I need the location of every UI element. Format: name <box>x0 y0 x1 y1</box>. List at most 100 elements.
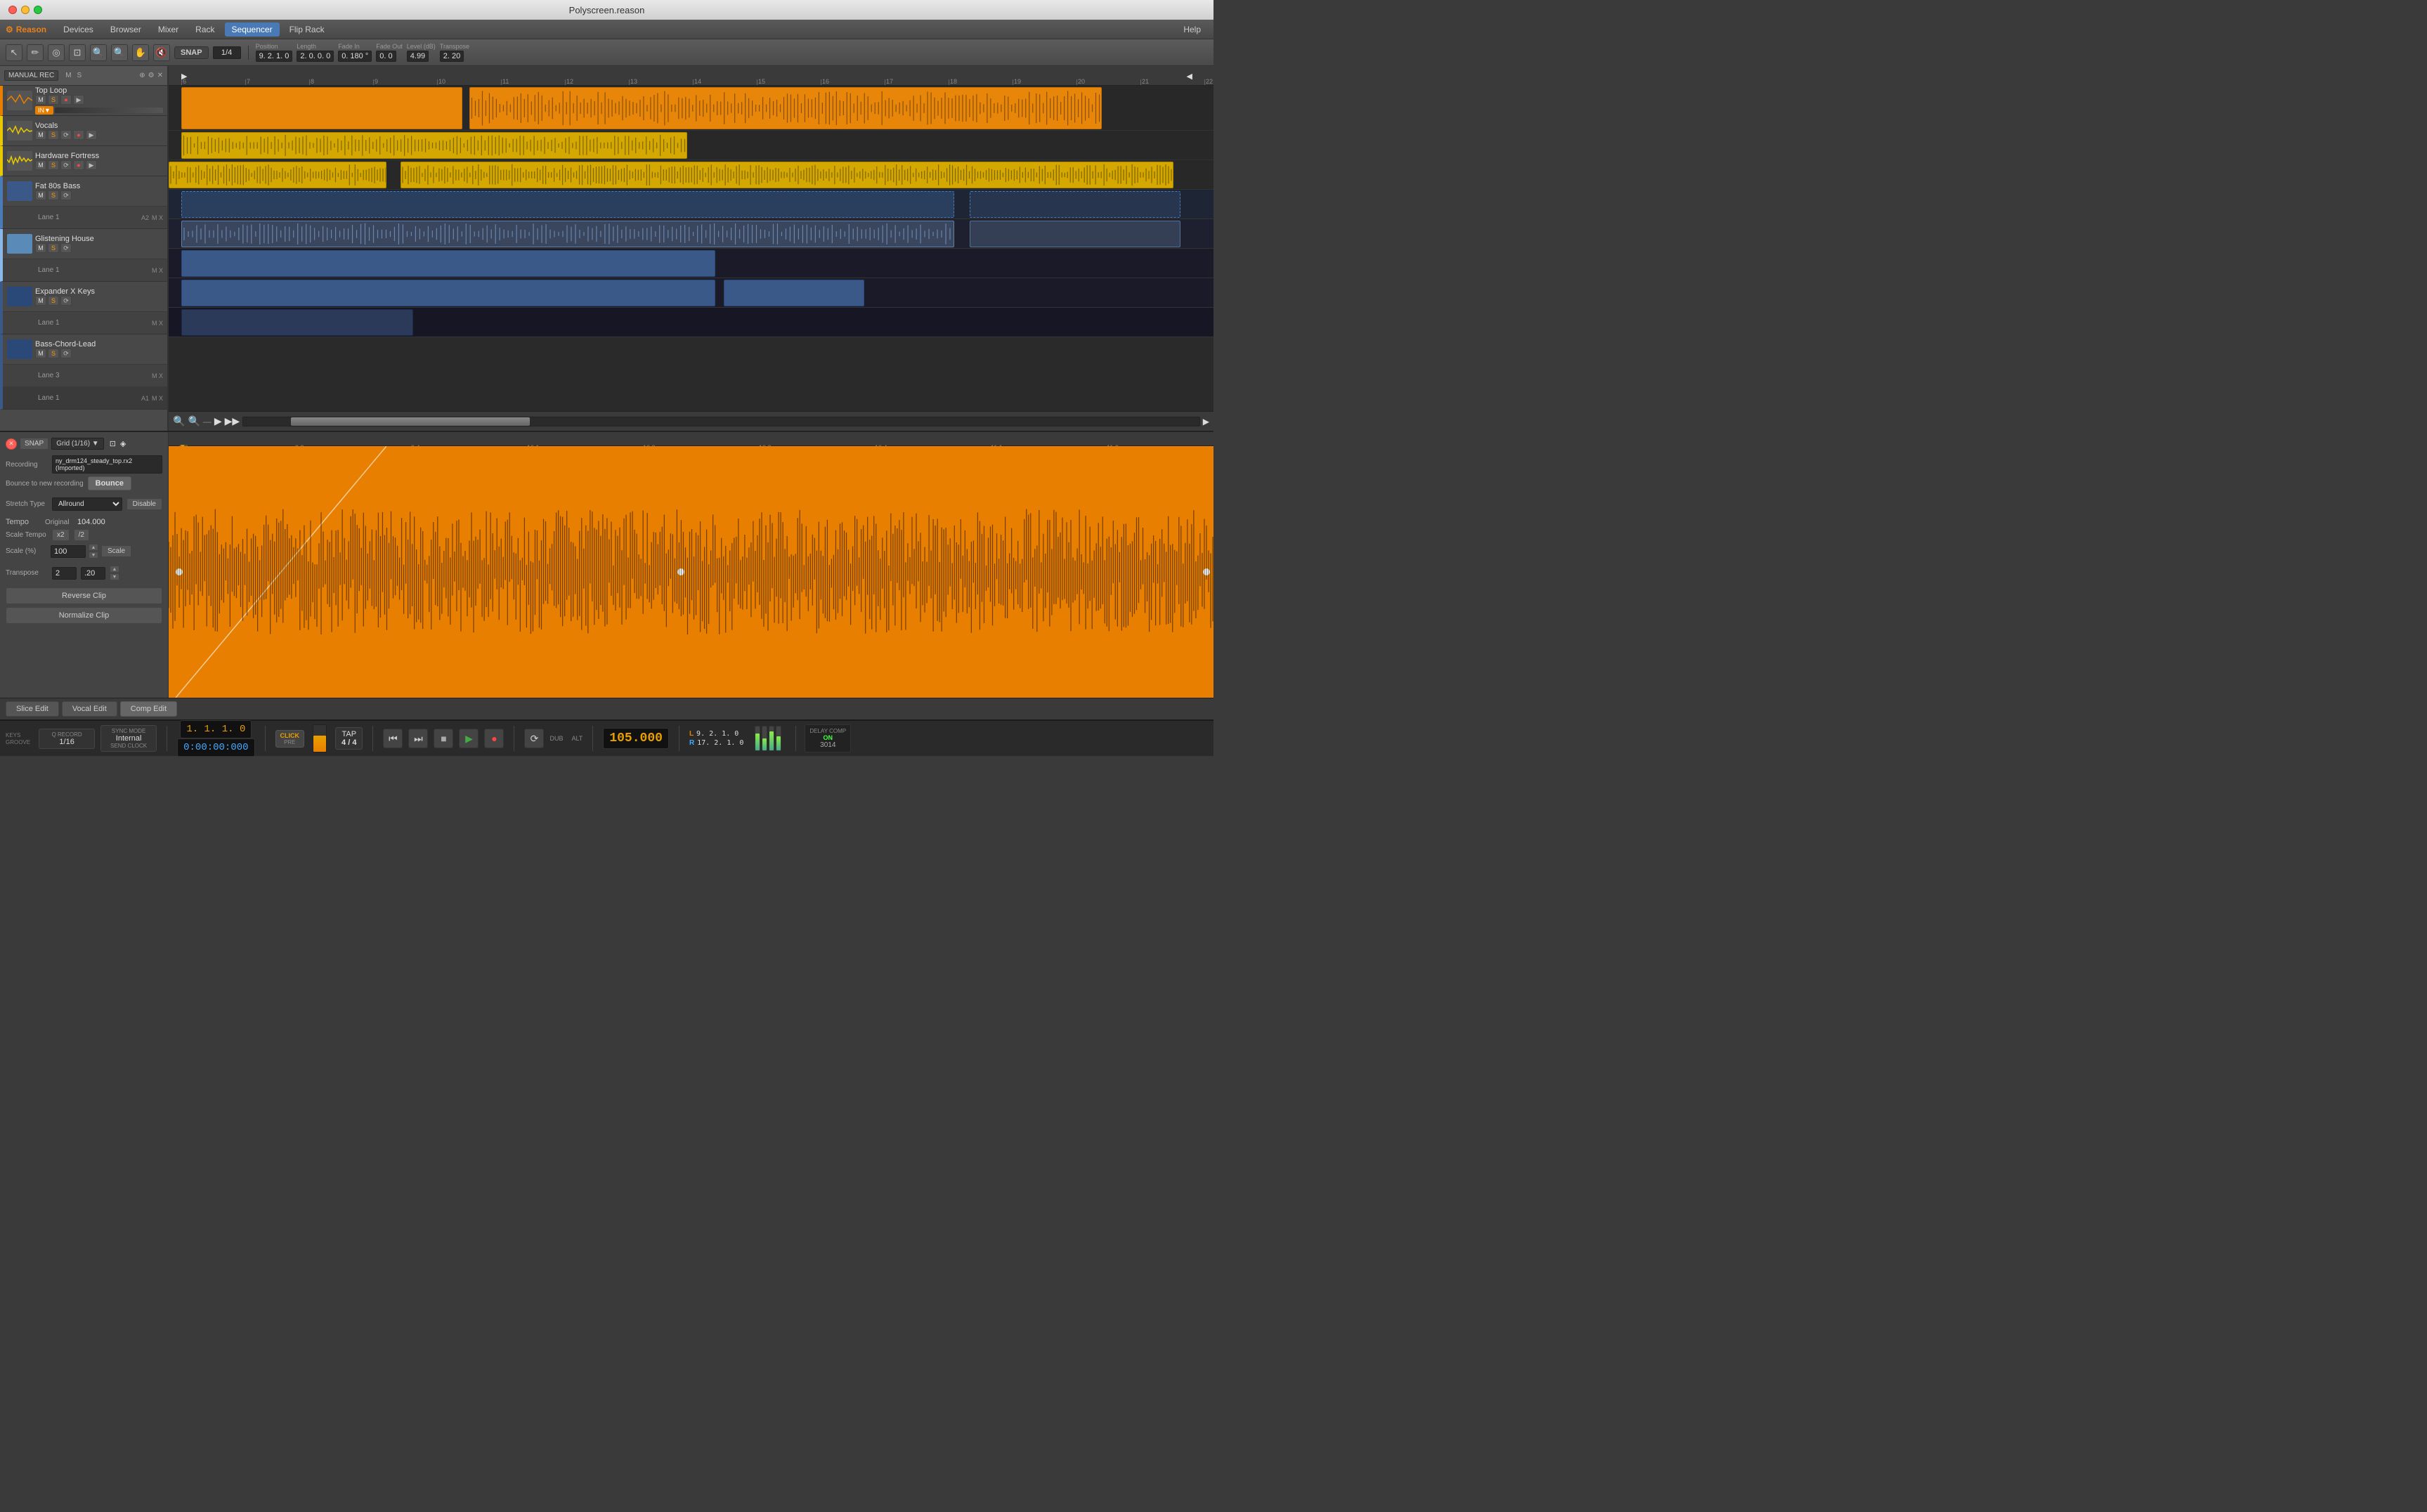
play-btn-zoom[interactable]: ▶ <box>214 415 222 427</box>
stretch-type-select[interactable]: Allround <box>52 497 122 511</box>
menu-help[interactable]: Help <box>1176 22 1208 37</box>
pan-btn-hardware-fortress[interactable]: ⟳ <box>60 160 72 170</box>
clip-bass-chord-lead-lane1[interactable] <box>181 309 413 336</box>
track-row-vocals[interactable]: Vocals M S ⟳ ● ▶ <box>3 116 167 145</box>
clip-hw-2[interactable] <box>401 162 1173 188</box>
comp-edit-tab[interactable]: Comp Edit <box>120 701 177 717</box>
solo-btn-vocals[interactable]: S <box>48 130 59 140</box>
clip-glistening-house-1[interactable] <box>181 221 954 247</box>
editor-snap-btn[interactable]: SNAP <box>20 438 48 450</box>
slice-edit-tab[interactable]: Slice Edit <box>6 701 59 717</box>
editor-waveform-display[interactable] <box>169 446 1214 698</box>
solo-btn-bass-chord-lead[interactable]: S <box>48 348 59 358</box>
clip-bass-chord-lead-lane3[interactable] <box>181 280 715 306</box>
clip-bass-chord-lead-lane3b[interactable] <box>724 280 864 306</box>
editor-close-btn[interactable]: ✕ <box>6 438 17 450</box>
zoom-in-icon[interactable]: 🔍 <box>188 415 200 427</box>
menu-rack[interactable]: Rack <box>188 22 221 37</box>
position-value[interactable]: 9. 2. 1. 0 <box>256 51 293 62</box>
select-tool[interactable]: ⊡ <box>69 44 86 61</box>
mute-btn-expander-x-keys[interactable]: M <box>35 296 46 306</box>
mute-btn-fat-80s-bass[interactable]: M <box>35 190 46 200</box>
record-button[interactable]: ● <box>484 729 504 748</box>
menu-sequencer[interactable]: Sequencer <box>225 22 280 37</box>
snap-button[interactable]: SNAP <box>174 46 209 59</box>
editor-grid-select[interactable]: Grid (1/16) ▼ <box>51 438 103 450</box>
reverse-clip-button[interactable]: Reverse Clip <box>6 587 162 604</box>
settings-icon[interactable]: ⚙ <box>148 72 155 79</box>
play-button[interactable]: ▶ <box>459 729 479 748</box>
rewind-button[interactable]: ⏮ <box>383 729 403 748</box>
disable-button[interactable]: Disable <box>126 498 162 510</box>
solo-btn-fat-80s-bass[interactable]: S <box>48 190 59 200</box>
track-row-bass-chord-lead[interactable]: Bass-Chord-Lead M S ⟳ <box>3 334 167 364</box>
clip-expander-x-keys-1[interactable] <box>181 250 715 277</box>
editor-tool-2[interactable]: ◈ <box>120 439 126 448</box>
clip-top-loop-1[interactable]: /* waveform lines generated by JS */ <box>181 87 462 129</box>
monitor-btn-hardware-fortress[interactable]: ▶ <box>86 160 97 170</box>
loop-button[interactable]: ⟳ <box>524 729 544 748</box>
scale-button[interactable]: Scale <box>101 545 131 557</box>
clip-fat-80s-bass-1[interactable] <box>181 191 954 218</box>
scroll-right-icon[interactable]: ▶ <box>1203 417 1209 426</box>
track-row-expander-x-keys[interactable]: Expander X Keys M S ⟳ <box>3 282 167 311</box>
solo-btn-glistening-house[interactable]: S <box>48 243 59 253</box>
menu-flip-rack[interactable]: Flip Rack <box>282 22 332 37</box>
quantize-value[interactable]: 1/4 <box>213 46 241 59</box>
transpose-value[interactable]: 2. 20 <box>440 51 464 62</box>
pencil-tool[interactable]: ✏ <box>27 44 44 61</box>
pan-btn-expander-x-keys[interactable]: ⟳ <box>60 296 72 306</box>
pan-btn-glistening-house[interactable]: ⟳ <box>60 243 72 253</box>
normalize-clip-button[interactable]: Normalize Clip <box>6 607 162 624</box>
track-row-hardware-fortress[interactable]: Hardware Fortress M S ⟳ ● ▶ <box>3 146 167 176</box>
zoom-in-tool[interactable]: 🔍 <box>90 44 107 61</box>
solo-btn-top-loop[interactable]: S <box>48 95 59 105</box>
eraser-tool[interactable]: ◎ <box>48 44 65 61</box>
minimize-button[interactable] <box>21 6 30 14</box>
mute-btn-vocals[interactable]: M <box>35 130 46 140</box>
scroll-thumb[interactable] <box>291 417 530 426</box>
stop-button[interactable]: ■ <box>434 729 453 748</box>
q-record-value[interactable]: 1/16 <box>59 738 74 746</box>
scale-down-arrow[interactable]: ▼ <box>89 552 98 559</box>
vocal-edit-tab[interactable]: Vocal Edit <box>62 701 117 717</box>
pointer-tool[interactable]: ↖ <box>6 44 22 61</box>
mute-btn-hardware-fortress[interactable]: M <box>35 160 46 170</box>
pan-btn-vocals[interactable]: ⟳ <box>60 130 72 140</box>
transpose-up-arrow[interactable]: ▲ <box>110 566 119 573</box>
menu-browser[interactable]: Browser <box>103 22 148 37</box>
track-row-glistening-house[interactable]: Glistening House M S ⟳ <box>3 229 167 259</box>
add-track-icon[interactable]: ⊕ <box>139 72 145 79</box>
transpose-cents-input[interactable] <box>81 567 105 580</box>
click-box[interactable]: CLICK PRE <box>275 730 305 748</box>
level-value[interactable]: 4.99 <box>407 51 429 62</box>
clip-fat-80s-bass-2[interactable] <box>970 191 1180 218</box>
menu-devices[interactable]: Devices <box>56 22 100 37</box>
bpm-display[interactable]: 105.000 <box>603 728 669 749</box>
monitor-btn-top-loop[interactable]: ▶ <box>73 95 84 105</box>
track-row-top-loop[interactable]: Top Loop M S ● ▶ IN▼ <box>3 86 167 115</box>
transpose-semitones-input[interactable] <box>52 567 77 580</box>
sync-mode-value[interactable]: Internal <box>116 734 142 743</box>
close-track-icon[interactable]: ✕ <box>157 72 163 79</box>
close-button[interactable] <box>8 6 17 14</box>
clip-hw-1[interactable] <box>169 162 386 188</box>
fast-forward-button[interactable]: ⏭ <box>408 729 428 748</box>
hand-tool[interactable]: ✋ <box>132 44 149 61</box>
minus-icon[interactable]: — <box>203 417 212 426</box>
editor-tool-1[interactable]: ⊡ <box>110 439 116 448</box>
pan-btn-bass-chord-lead[interactable]: ⟳ <box>60 348 72 358</box>
maximize-button[interactable] <box>34 6 42 14</box>
pan-btn-fat-80s-bass[interactable]: ⟳ <box>60 190 72 200</box>
rec-arm-btn-hardware-fortress[interactable]: ● <box>73 160 84 170</box>
fade-in-value[interactable]: 0. 180 ° <box>338 51 372 62</box>
fwd-btn-zoom[interactable]: ▶▶ <box>225 415 240 427</box>
track-row-fat-80s-bass[interactable]: Fat 80s Bass M S ⟳ <box>3 176 167 206</box>
solo-btn-expander-x-keys[interactable]: S <box>48 296 59 306</box>
menu-mixer[interactable]: Mixer <box>151 22 186 37</box>
horizontal-scrollbar[interactable] <box>242 417 1200 426</box>
clip-top-loop-2[interactable] <box>469 87 1102 129</box>
x2-button[interactable]: x2 <box>52 529 70 541</box>
zoom-out-icon[interactable]: 🔍 <box>173 415 185 427</box>
div2-button[interactable]: /2 <box>74 529 89 541</box>
